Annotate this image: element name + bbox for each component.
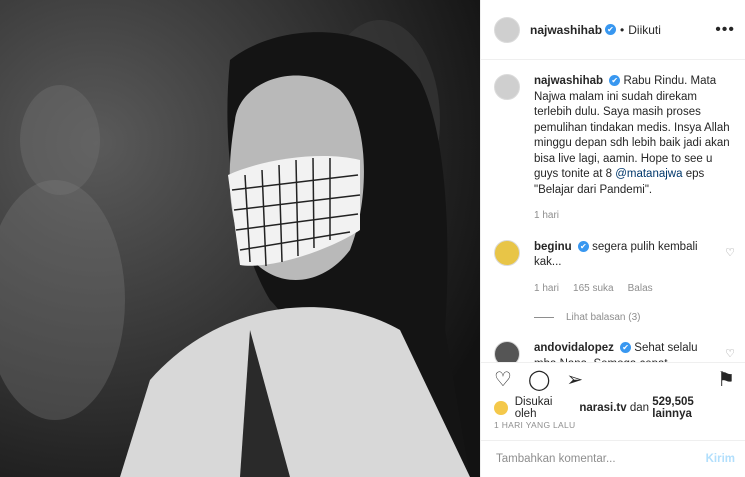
share-icon[interactable]: ➢: [566, 367, 583, 392]
verified-icon: ✔: [577, 240, 589, 252]
likes-count[interactable]: 529,505 lainnya: [652, 396, 735, 420]
view-replies-label[interactable]: Lihat balasan (3): [566, 312, 641, 323]
comment-likes[interactable]: 165 suka: [573, 281, 614, 297]
post-date[interactable]: 1 HARI YANG LALU: [494, 420, 576, 430]
verified-icon: ✔: [605, 24, 617, 35]
comment-item: beginu ✔ segera pulih kembali kak... 1 h…: [494, 239, 735, 297]
caption-text: Rabu Rindu. Mata Najwa malam ini sudah d…: [534, 75, 730, 180]
post-image: [0, 0, 480, 477]
likes-prefix: Disukai oleh: [514, 396, 553, 420]
author-username[interactable]: najwashihab: [530, 23, 602, 37]
mention-link[interactable]: @matanajwa: [615, 168, 682, 180]
like-comment-icon[interactable]: ♡: [725, 347, 735, 362]
likes-middle: dan: [629, 402, 650, 414]
verified-icon: ✔: [620, 342, 632, 354]
likes-summary: Disukai oleh narasi.tv dan 529,505 lainn…: [494, 396, 735, 420]
reply-button[interactable]: Balas: [628, 281, 653, 297]
add-comment-bar: Kirim: [481, 440, 745, 477]
action-bar: ♡ ◯ ➢ ⚑: [481, 362, 745, 396]
comment-time: 1 hari: [534, 282, 560, 294]
avatar[interactable]: [494, 239, 520, 266]
post-header: najwashihab ✔ • Diikuti •••: [481, 0, 745, 60]
comment-username[interactable]: beginu: [534, 241, 572, 253]
avatar[interactable]: [494, 341, 520, 362]
comments-list[interactable]: najwashihab ✔ Rabu Rindu. Mata Najwa mal…: [481, 60, 745, 362]
separator: •: [620, 22, 625, 37]
comment-item: andovidalopez ✔ Sehat selalu mba Nana. S…: [494, 341, 735, 362]
verified-icon: ✔: [609, 75, 621, 87]
comment-input[interactable]: [494, 452, 706, 466]
more-options-icon[interactable]: •••: [715, 21, 735, 39]
avatar[interactable]: [494, 74, 520, 100]
caption-username[interactable]: najwashihab: [534, 75, 603, 87]
divider: [534, 317, 554, 318]
caption: najwashihab ✔ Rabu Rindu. Mata Najwa mal…: [494, 74, 735, 224]
view-replies[interactable]: Lihat balasan (3): [534, 312, 735, 323]
liker-username[interactable]: narasi.tv: [579, 402, 626, 414]
post-sidebar: najwashihab ✔ • Diikuti ••• najwashihab …: [480, 0, 745, 477]
liker-avatar[interactable]: [494, 401, 508, 415]
bookmark-icon[interactable]: ⚑: [717, 367, 735, 392]
comment-username[interactable]: andovidalopez: [534, 342, 614, 354]
like-comment-icon[interactable]: ♡: [725, 246, 735, 297]
post-comment-button[interactable]: Kirim: [706, 453, 735, 465]
comment-icon[interactable]: ◯: [528, 367, 550, 392]
follow-status-button[interactable]: Diikuti: [628, 23, 661, 37]
avatar[interactable]: [494, 16, 520, 43]
post-photo[interactable]: [0, 0, 480, 477]
heart-icon[interactable]: ♡: [494, 367, 512, 392]
caption-time: 1 hari: [534, 210, 560, 221]
